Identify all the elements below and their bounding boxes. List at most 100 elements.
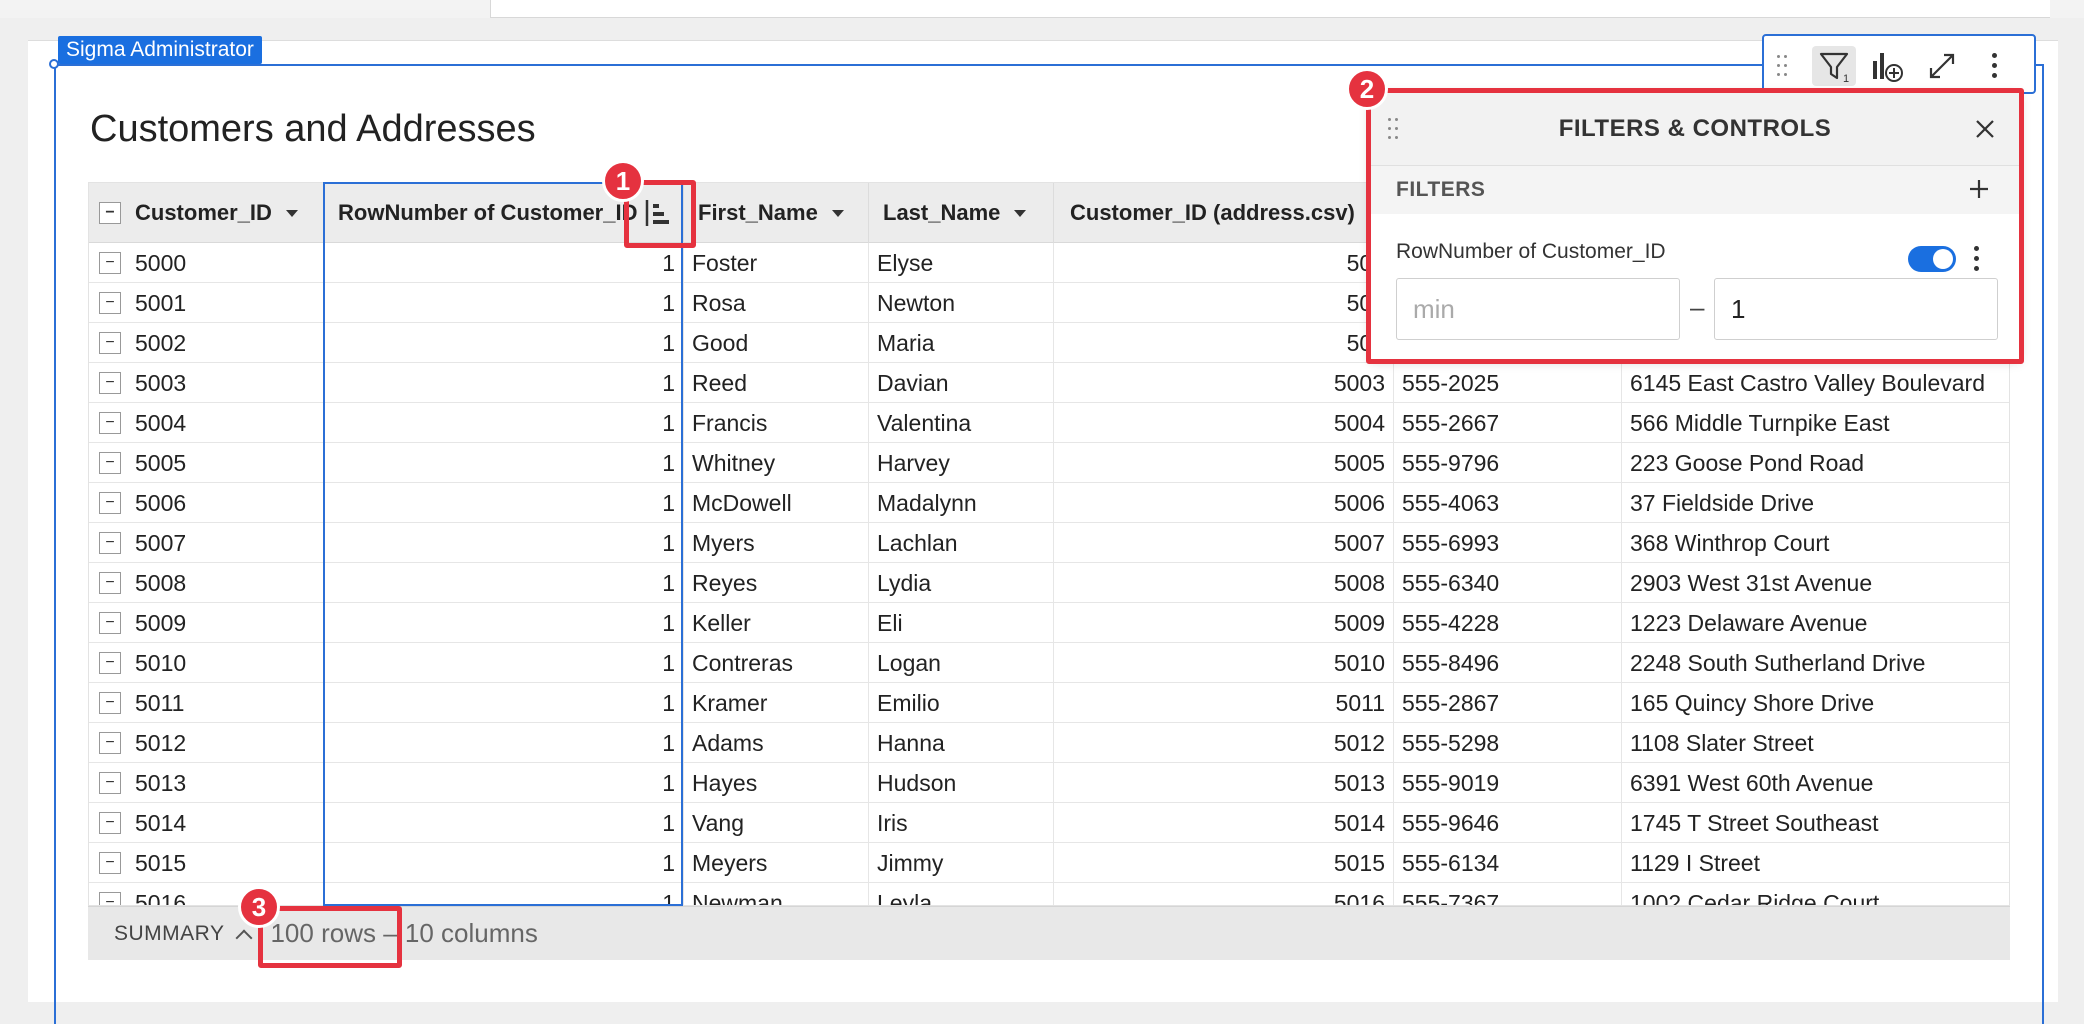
table-cell[interactable]: −5000 (89, 243, 324, 283)
table-cell[interactable]: Maria (869, 323, 1054, 363)
table-cell[interactable]: 368 Winthrop Court (1622, 523, 2009, 563)
table-cell[interactable]: Keller (684, 603, 869, 643)
table-cell[interactable]: −5011 (89, 683, 324, 723)
table-cell[interactable]: Kramer (684, 683, 869, 723)
chevron-down-icon[interactable] (831, 209, 844, 217)
table-cell[interactable]: Newman (684, 883, 869, 905)
collapse-icon[interactable]: − (99, 202, 121, 224)
collapse-icon[interactable]: − (99, 612, 121, 634)
table-cell[interactable]: 1 (324, 723, 684, 763)
table-cell[interactable]: 5016 (1054, 883, 1394, 905)
table-cell[interactable]: 5009 (1054, 603, 1394, 643)
table-cell[interactable]: Good (684, 323, 869, 363)
table-cell[interactable]: 5010 (1054, 643, 1394, 683)
table-cell[interactable]: Hanna (869, 723, 1054, 763)
table-cell[interactable]: 555-7367 (1394, 883, 1622, 905)
table-cell[interactable]: 223 Goose Pond Road (1622, 443, 2009, 483)
table-cell[interactable]: 1 (324, 883, 684, 905)
table-cell[interactable]: − 5016 (89, 883, 324, 905)
table-cell[interactable]: 1 (324, 563, 684, 603)
collapse-icon[interactable]: − (99, 732, 121, 754)
table-cell[interactable]: Harvey (869, 443, 1054, 483)
table-cell[interactable]: 566 Middle Turnpike East (1622, 403, 2009, 443)
drag-handle-icon[interactable] (1768, 46, 1798, 86)
table-cell[interactable]: Hayes (684, 763, 869, 803)
table-cell[interactable]: 6145 East Castro Valley Boulevard (1622, 363, 2009, 403)
column-header-last-name[interactable]: Last_Name (869, 183, 1054, 243)
table-cell[interactable]: Myers (684, 523, 869, 563)
column-header-customer-id[interactable]: − Customer_ID (89, 183, 324, 243)
table-cell[interactable]: −5008 (89, 563, 324, 603)
table-cell[interactable]: 1 (324, 363, 684, 403)
table-cell[interactable]: Foster (684, 243, 869, 283)
table-cell[interactable]: 1 (324, 243, 684, 283)
table-row[interactable]: −5005 1 Whitney Harvey 5005 555-9796 223 Goose… (89, 443, 2009, 483)
table-cell[interactable]: Francis (684, 403, 869, 443)
collapse-icon[interactable]: − (99, 652, 121, 674)
table-cell[interactable]: 555-6340 (1394, 563, 1622, 603)
collapse-icon[interactable]: − (99, 452, 121, 474)
table-cell[interactable]: Reed (684, 363, 869, 403)
table-cell[interactable]: 5011 (1054, 683, 1394, 723)
table-cell[interactable]: 5003 (1054, 363, 1394, 403)
table-cell[interactable]: 500 (1054, 243, 1394, 283)
table-cell[interactable]: 2903 West 31st Avenue (1622, 563, 2009, 603)
table-cell[interactable]: Eli (869, 603, 1054, 643)
table-cell[interactable]: 555-9646 (1394, 803, 1622, 843)
table-cell[interactable]: Emilio (869, 683, 1054, 723)
table-cell[interactable]: 5013 (1054, 763, 1394, 803)
column-header-first-name[interactable]: First_Name (684, 183, 869, 243)
table-cell[interactable]: 555-9019 (1394, 763, 1622, 803)
table-cell[interactable]: 1108 Slater Street (1622, 723, 2009, 763)
row-number-sort-icon[interactable] (644, 198, 672, 228)
table-cell[interactable]: Lachlan (869, 523, 1054, 563)
table-cell[interactable]: 1 (324, 683, 684, 723)
table-cell[interactable]: Reyes (684, 563, 869, 603)
table-cell[interactable]: 37 Fieldside Drive (1622, 483, 2009, 523)
add-filter-icon[interactable] (1964, 174, 1994, 204)
table-cell[interactable]: Newton (869, 283, 1054, 323)
table-cell[interactable]: 500 (1054, 323, 1394, 363)
table-row[interactable]: −5007 1 Myers Lachlan 5007 555-6993 368 Winthr… (89, 523, 2009, 563)
table-cell[interactable]: Whitney (684, 443, 869, 483)
table-cell[interactable]: −5014 (89, 803, 324, 843)
table-cell[interactable]: Valentina (869, 403, 1054, 443)
table-row[interactable]: −5006 1 McDowell Madalynn 5006 555-4063 37 Fie… (89, 483, 2009, 523)
table-cell[interactable]: 5008 (1054, 563, 1394, 603)
table-row[interactable]: −5013 1 Hayes Hudson 5013 555-9019 6391 West 6… (89, 763, 2009, 803)
table-cell[interactable]: −5004 (89, 403, 324, 443)
min-input[interactable]: min (1396, 278, 1680, 340)
table-cell[interactable]: 555-2667 (1394, 403, 1622, 443)
table-cell[interactable]: Rosa (684, 283, 869, 323)
chevron-down-icon[interactable] (285, 209, 298, 217)
table-cell[interactable]: 5006 (1054, 483, 1394, 523)
table-cell[interactable]: 5014 (1054, 803, 1394, 843)
table-cell[interactable]: 1 (324, 323, 684, 363)
table-cell[interactable]: 1 (324, 803, 684, 843)
add-chart-icon[interactable] (1866, 46, 1910, 86)
table-row[interactable]: −5012 1 Adams Hanna 5012 555-5298 1108 Slater … (89, 723, 2009, 763)
table-cell[interactable]: Contreras (684, 643, 869, 683)
table-cell[interactable]: Meyers (684, 843, 869, 883)
more-icon[interactable] (1974, 46, 2014, 86)
table-cell[interactable]: Logan (869, 643, 1054, 683)
table-cell[interactable]: 1 (324, 643, 684, 683)
table-cell[interactable]: 1 (324, 403, 684, 443)
table-cell[interactable]: 555-6134 (1394, 843, 1622, 883)
collapse-icon[interactable]: − (99, 852, 121, 874)
table-cell[interactable]: 1223 Delaware Avenue (1622, 603, 2009, 643)
summary-label[interactable]: SUMMARY (114, 922, 224, 946)
collapse-icon[interactable]: − (99, 252, 121, 274)
table-cell[interactable]: 555-6993 (1394, 523, 1622, 563)
collapse-icon[interactable]: − (99, 292, 121, 314)
filter-toggle[interactable] (1908, 246, 1956, 272)
table-cell[interactable]: 165 Quincy Shore Drive (1622, 683, 2009, 723)
table-cell[interactable]: Jimmy (869, 843, 1054, 883)
collapse-icon[interactable]: − (99, 332, 121, 354)
table-cell[interactable]: 1 (324, 283, 684, 323)
table-cell[interactable]: 5005 (1054, 443, 1394, 483)
table-row[interactable]: −5014 1 Vang Iris 5014 555-9646 1745 T Street … (89, 803, 2009, 843)
table-cell[interactable]: Leyla (869, 883, 1054, 905)
table-cell[interactable]: Lydia (869, 563, 1054, 603)
table-row[interactable]: −5015 1 Meyers Jimmy 5015 555-6134 1129 I Stre… (89, 843, 2009, 883)
